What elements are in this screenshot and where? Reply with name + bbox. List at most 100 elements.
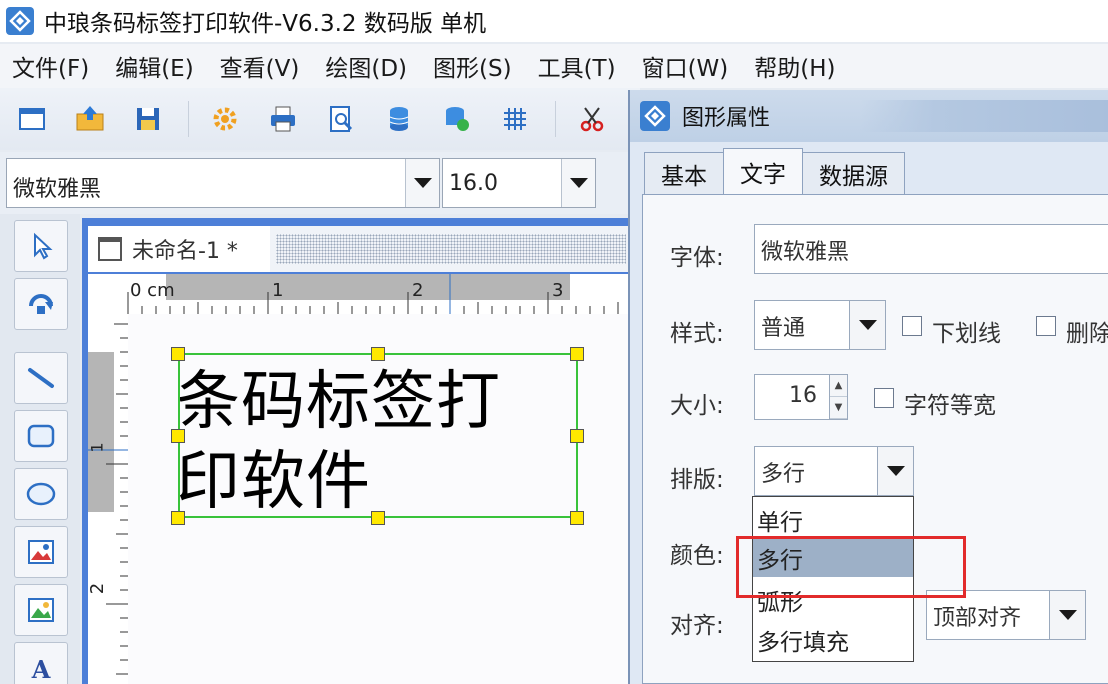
title-grip [276,234,626,264]
size-spinbox[interactable]: 16 ▲ ▼ [754,374,848,420]
selection-box [178,353,578,518]
document-tab-bar: 未命名-1 * [88,226,630,272]
document-tab[interactable]: 未命名-1 * [88,226,270,272]
image-icon[interactable] [14,526,68,578]
chevron-down-icon[interactable] [877,447,913,495]
toolbar-separator [555,101,556,137]
underline-label: 下划线 [932,321,1001,347]
monospace-label: 字符等宽 [904,393,996,419]
menu-view[interactable]: 查看(V) [220,49,300,83]
save-icon[interactable] [130,101,166,137]
app-logo-icon [640,101,670,131]
underline-checkbox[interactable] [902,316,922,336]
tab-text[interactable]: 文字 [723,148,803,194]
style-label: 样式: [670,321,724,347]
ruler-label-1: 1 [272,280,284,301]
window-title: 中琅条码标签打印软件-V6.3.2 数码版 单机 [44,11,487,37]
ruler-label-3: 3 [552,280,564,301]
chevron-down-icon[interactable] [849,301,885,349]
ruler-label-0: 0 cm [130,280,175,301]
align-value: 顶部对齐 [933,606,1022,631]
chevron-down-icon[interactable] [405,159,439,207]
size-spinner[interactable]: ▲ ▼ [829,375,847,419]
dialog-title-bar: 图形属性 [630,90,1108,142]
dialog-tabs: 基本 文字 数据源 [644,148,905,194]
resize-handle[interactable] [371,347,385,361]
print-preview-icon[interactable] [323,101,359,137]
menu-edit[interactable]: 编辑(E) [115,49,193,83]
settings-icon[interactable] [207,101,243,137]
menu-help[interactable]: 帮助(H) [754,49,835,83]
app-logo-icon [6,7,34,35]
layout-select[interactable]: 多行 [754,446,914,496]
rounded-rect-icon[interactable] [14,410,68,462]
resize-handle[interactable] [570,429,584,443]
grid-icon[interactable] [497,101,533,137]
ruler-v-label-2: 2 [87,582,109,595]
rotate-icon[interactable] [14,278,68,330]
vertical-ruler: 1 2 [87,314,128,684]
print-icon[interactable] [265,101,301,137]
option-single-line[interactable]: 单行 [753,501,913,539]
color-label: 颜色: [670,543,724,569]
resize-handle[interactable] [570,347,584,361]
database-icon[interactable] [381,101,417,137]
size-value: 16 [789,383,817,408]
menu-file[interactable]: 文件(F) [12,49,89,83]
database-settings-icon[interactable] [439,101,475,137]
style-select[interactable]: 普通 [754,300,886,350]
font-field[interactable]: 微软雅黑 [754,224,1108,274]
menu-tools[interactable]: 工具(T) [538,49,616,83]
resize-handle[interactable] [371,511,385,525]
resize-handle[interactable] [171,511,185,525]
menu-shape[interactable]: 图形(S) [433,49,512,83]
chevron-down-icon[interactable] [1049,591,1085,639]
layout-label: 排版: [670,467,724,493]
strikethrough-checkbox[interactable] [1036,316,1056,336]
monospace-checkbox[interactable] [874,388,894,408]
cut-icon[interactable] [574,101,610,137]
annotation-highlight-box [736,536,966,598]
open-icon[interactable] [72,101,108,137]
tool-panel: A [0,214,80,684]
menu-draw[interactable]: 绘图(D) [325,49,407,83]
font-family-value: 微软雅黑 [13,177,102,202]
tab-datasource[interactable]: 数据源 [802,152,905,194]
main-toolbar [0,88,640,150]
title-bar: 中琅条码标签打印软件-V6.3.2 数码版 单机 [0,0,1108,42]
font-family-select[interactable]: 微软雅黑 [6,158,440,208]
dialog-title: 图形属性 [682,106,771,131]
font-size-select[interactable]: 16.0 [442,158,596,208]
font-field-value: 微软雅黑 [761,240,850,265]
menu-bar: 文件(F) 编辑(E) 查看(V) 绘图(D) 图形(S) 工具(T) 窗口(W… [0,44,1108,88]
align-label: 对齐: [670,613,724,639]
resize-handle[interactable] [171,429,185,443]
layout-value: 多行 [761,462,806,487]
menu-window[interactable]: 窗口(W) [642,49,729,83]
resize-handle[interactable] [171,347,185,361]
style-value: 普通 [761,316,806,341]
spin-up-icon[interactable]: ▲ [830,375,847,397]
toolbar-separator [188,101,189,137]
text-icon[interactable]: A [14,642,68,684]
font-label: 字体: [670,245,724,271]
option-multi-line-fill[interactable]: 多行填充 [753,621,913,659]
pointer-icon[interactable] [14,220,68,272]
font-size-value: 16.0 [449,171,498,196]
picture-icon[interactable] [14,584,68,636]
ruler-v-label-1: 1 [87,442,107,453]
new-icon[interactable] [14,101,50,137]
document-title: 未命名-1 * [132,239,238,264]
title-bar-background [860,100,1108,132]
font-bar: 微软雅黑 16.0 [0,152,640,214]
strikethrough-label: 删除 [1066,321,1108,347]
chevron-down-icon[interactable] [561,159,595,207]
resize-handle[interactable] [570,511,584,525]
ellipse-icon[interactable] [14,468,68,520]
line-icon[interactable] [14,352,68,404]
document-icon [98,237,122,261]
svg-text:A: A [31,655,51,684]
size-label: 大小: [670,393,724,419]
tab-basic[interactable]: 基本 [644,152,724,194]
spin-down-icon[interactable]: ▼ [830,397,847,419]
